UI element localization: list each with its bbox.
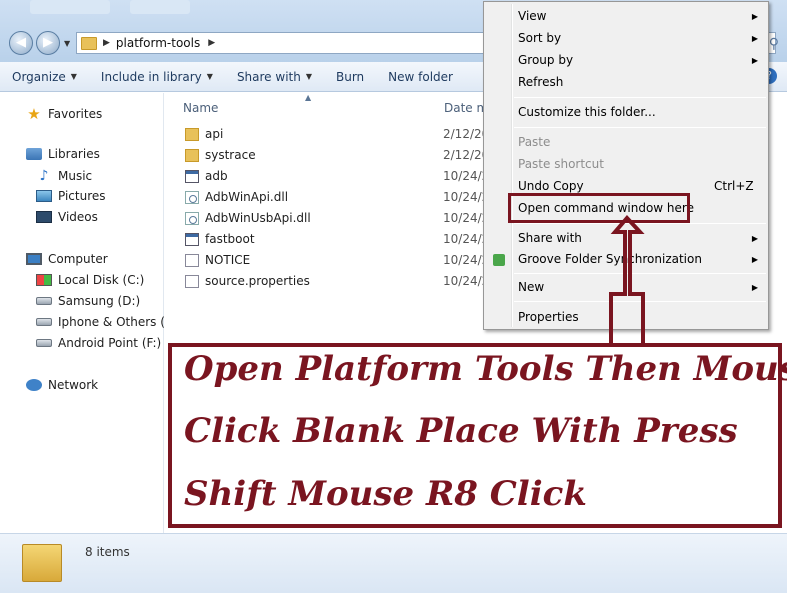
instruction-note: Open Platform Tools Then Mouse Click Bla… bbox=[168, 343, 787, 528]
arrow-outline bbox=[609, 214, 645, 345]
note-line-3: Shift Mouse R8 Click bbox=[184, 474, 587, 514]
note-line-1: Open Platform Tools Then Mouse bbox=[184, 349, 787, 389]
note-line-2: Click Blank Place With Press bbox=[184, 411, 738, 451]
